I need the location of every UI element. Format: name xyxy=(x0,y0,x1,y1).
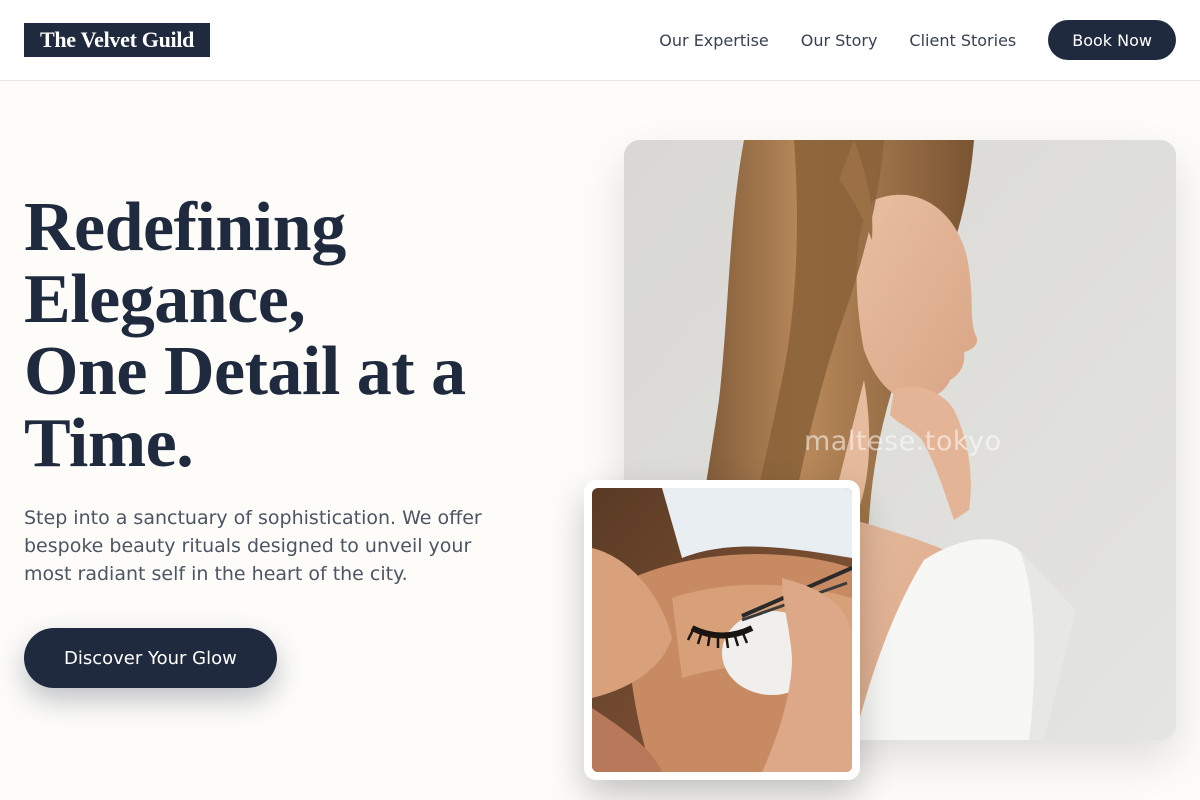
eyelash-treatment-illustration xyxy=(592,488,852,772)
hero-subtext: Step into a sanctuary of sophistication.… xyxy=(24,507,482,585)
headline-line: Elegance, xyxy=(24,261,306,338)
nav-link-our-story[interactable]: Our Story xyxy=(801,31,878,50)
nav-link-our-expertise[interactable]: Our Expertise xyxy=(659,31,768,50)
inset-photo-card xyxy=(584,480,860,780)
brand-logo[interactable]: The Velvet Guild xyxy=(24,23,211,57)
main-nav: Our Expertise Our Story Client Stories B… xyxy=(627,20,1176,60)
nav-link-client-stories[interactable]: Client Stories xyxy=(909,31,1016,50)
headline-line: Time. xyxy=(24,405,194,482)
hero-headline: Redefining Elegance, One Detail at a Tim… xyxy=(24,192,584,480)
site-header: The Velvet Guild Our Expertise Our Story… xyxy=(0,0,1200,81)
eyelash-treatment-photo xyxy=(592,488,852,772)
headline-line: Redefining xyxy=(24,189,346,266)
discover-glow-button[interactable]: Discover Your Glow xyxy=(24,628,277,688)
watermark-text: maltese.tokyo xyxy=(804,426,1002,457)
headline-line: One Detail at a xyxy=(24,333,466,410)
book-now-button[interactable]: Book Now xyxy=(1048,20,1176,60)
